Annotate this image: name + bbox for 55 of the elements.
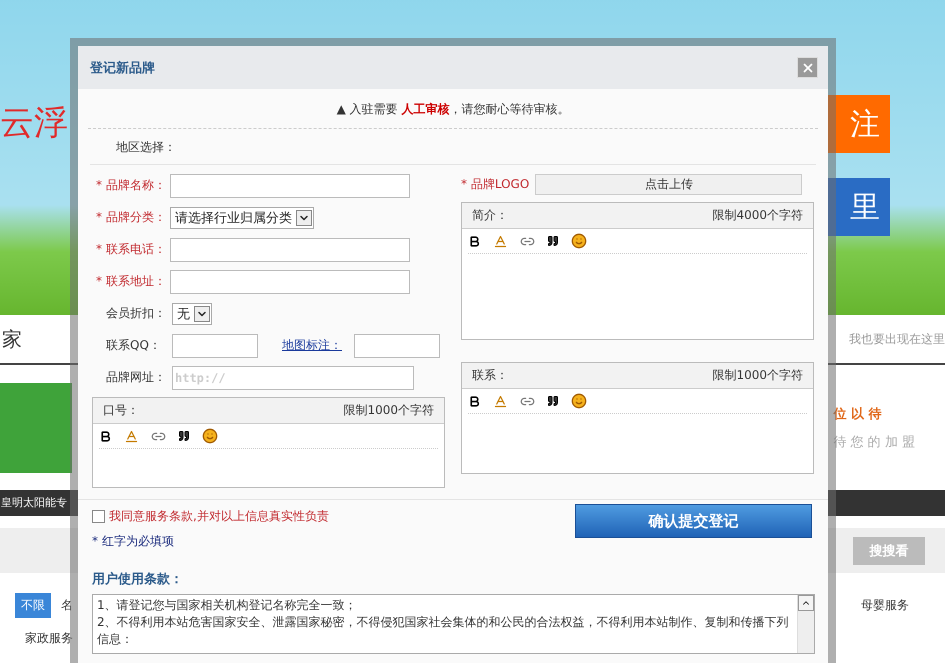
close-button[interactable] <box>797 57 818 78</box>
character-limit: 限制4000个字符 <box>712 207 803 224</box>
submit-button[interactable]: 确认提交登记 <box>575 504 812 538</box>
close-icon <box>800 60 814 74</box>
character-limit: 限制1000个字符 <box>712 367 803 384</box>
field-label: 联系QQ： <box>106 337 162 354</box>
region-label: 地区选择： <box>90 129 816 165</box>
character-limit: 限制1000个字符 <box>343 402 434 419</box>
font-color-icon[interactable] <box>493 394 508 408</box>
field-label: * 联系地址： <box>96 273 166 290</box>
input-field[interactable] <box>172 334 258 358</box>
input-field[interactable] <box>170 174 410 198</box>
input-field[interactable] <box>354 334 440 358</box>
scrollbar[interactable] <box>797 595 814 653</box>
bold-icon[interactable] <box>99 430 112 442</box>
notice-text: ▲ 入驻需要 人工审核，请您耐心等待审核。 <box>88 89 818 129</box>
text-editor[interactable]: 简介： 限制4000个字符 <box>461 202 814 340</box>
field-label: * 联系电话： <box>96 241 166 258</box>
map-link[interactable]: 地图标注： <box>282 337 342 354</box>
smiley-icon[interactable] <box>571 393 587 409</box>
quote-icon[interactable] <box>547 235 559 247</box>
promo-text: 位 以 待 <box>833 406 883 422</box>
field-label: * 品牌名称： <box>96 177 166 194</box>
dropdown[interactable]: 请选择行业归属分类 <box>170 206 314 228</box>
nav-tab[interactable]: 家 <box>0 326 24 352</box>
smiley-icon[interactable] <box>202 428 218 444</box>
font-color-icon[interactable] <box>124 428 139 444</box>
input-field[interactable] <box>170 270 410 294</box>
terms-title: 用户使用条款： <box>90 570 184 589</box>
dialog-title: 登记新品牌 <box>90 60 155 76</box>
bold-icon[interactable] <box>468 234 481 248</box>
required-note: * 红字为必填项 <box>92 533 175 550</box>
bold-icon[interactable] <box>468 394 481 408</box>
input-field[interactable] <box>170 238 410 262</box>
quote-icon[interactable] <box>178 430 190 442</box>
dropdown[interactable]: 无 <box>172 302 212 324</box>
terms-paragraph: 1、请登记您与国家相关机构登记名称完全一致； <box>97 597 358 614</box>
editor-label: 简介： <box>472 207 508 224</box>
font-color-icon[interactable] <box>493 234 508 248</box>
field-label: * 品牌LOGO <box>461 176 530 192</box>
text-editor[interactable]: 联系： 限制1000个字符 <box>461 362 814 474</box>
smiley-icon[interactable] <box>571 233 587 249</box>
checkbox[interactable] <box>92 510 105 523</box>
field-label: 品牌网址： <box>106 369 167 386</box>
upload-button[interactable]: 点击上传 <box>535 174 802 194</box>
terms-paragraph: 2、不得利用本站危害国家安全、泄露国家秘密，不得侵犯国家社会集体的和公民的合法权益，不得利用本站制作、复制和传播下列信息： <box>97 614 790 648</box>
site-logo: 云浮 <box>0 102 68 145</box>
category-filter[interactable]: 不限 <box>15 593 51 618</box>
quote-icon[interactable] <box>547 395 559 407</box>
field-label: * 品牌分类： <box>96 209 166 226</box>
field-label: 会员折扣： <box>106 305 167 322</box>
text-editor[interactable]: 口号： 限制1000个字符 <box>92 397 445 488</box>
editor-label: 口号： <box>103 402 139 419</box>
category-filter[interactable]: 母婴服务 <box>855 593 915 618</box>
editor-label: 联系： <box>472 367 508 384</box>
